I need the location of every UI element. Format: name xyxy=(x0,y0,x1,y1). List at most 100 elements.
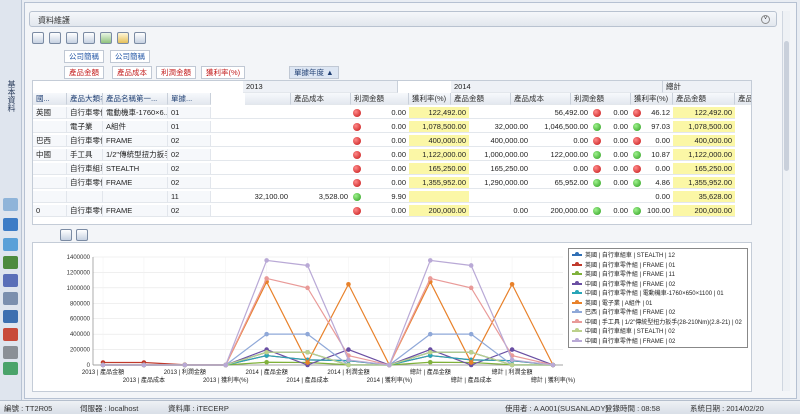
ledger-icon[interactable] xyxy=(3,256,18,269)
legend-label: 中國 | 自行車組車 | STEALTH | 02 xyxy=(585,329,675,335)
user-icon[interactable] xyxy=(3,198,18,211)
layout-button[interactable] xyxy=(66,32,78,44)
cell-2014-margin: 0.00 xyxy=(591,135,631,147)
cell-total-amount: 1,122,000.00 xyxy=(673,149,735,161)
cell-2013-cost xyxy=(211,205,291,217)
cell-2013-profit xyxy=(291,205,351,217)
cell-2013-cost xyxy=(211,121,291,133)
legend-entry: 中國 | 自行車零件組 | 電動機車-1760×650×1100 | 01 xyxy=(572,290,724,299)
series-point xyxy=(509,362,515,368)
field-list-button[interactable] xyxy=(83,32,95,44)
data-field-amount[interactable]: 產品金額 xyxy=(64,66,104,79)
measure-header: 獲利率(%) xyxy=(631,93,673,105)
data-field-profit[interactable]: 利潤金額 xyxy=(156,66,196,79)
legend-swatch-icon xyxy=(572,309,582,314)
tools-icon[interactable] xyxy=(3,346,18,359)
list-icon[interactable] xyxy=(3,292,18,305)
status-database: 資料庫 : iTECERP xyxy=(168,404,229,413)
row-product: STEALTH xyxy=(103,163,168,175)
refresh-icon[interactable] xyxy=(3,362,18,375)
data-field-margin[interactable]: 獲利率(%) xyxy=(201,66,246,79)
kpi-indicator-icon xyxy=(593,109,601,117)
report-icon[interactable] xyxy=(3,274,18,287)
document-icon[interactable] xyxy=(3,238,18,251)
cell-2014-margin: 0.00 xyxy=(591,177,631,189)
row-country: 巴西 xyxy=(33,135,67,147)
scrollbar-thumb[interactable] xyxy=(784,41,789,171)
y-tick-label: 1400000 xyxy=(67,255,91,261)
row-product: 1/2"傳統型扭力扳手 xyxy=(103,149,168,161)
chart-type-button[interactable] xyxy=(60,229,72,241)
cell-2014-amount: 165,250.00 xyxy=(409,163,469,175)
refresh-button[interactable] xyxy=(32,32,44,44)
x-tick-label: 總計 | 產品金額 xyxy=(410,368,451,376)
legend-label: 中國 | 自行車零件組 | 電動機車-1760×650×1100 | 01 xyxy=(585,291,724,297)
row-category: 自行車零件組 xyxy=(67,177,103,189)
series-line xyxy=(103,280,554,367)
cell-2014-profit: 1,046,500.00 xyxy=(531,121,591,133)
row-doc-type: 01 xyxy=(168,107,211,119)
kpi-indicator-icon xyxy=(633,207,641,215)
print-button[interactable] xyxy=(134,32,146,44)
cell-2014-cost: 1,290,000.00 xyxy=(469,177,531,189)
chart-settings-button[interactable] xyxy=(76,229,88,241)
row-field-header[interactable]: 產品大類名... xyxy=(67,93,103,105)
column-field-year[interactable]: 單據年度 ▲ xyxy=(289,66,339,79)
legend-swatch-icon xyxy=(572,337,582,342)
row-doc-type: 02 xyxy=(168,163,211,175)
kpi-indicator-icon xyxy=(593,179,601,187)
cell-2014-amount xyxy=(409,191,469,203)
row-field-header[interactable]: 國... xyxy=(33,93,67,105)
cell-2013-cost xyxy=(211,163,291,175)
cell-2013-profit xyxy=(291,163,351,175)
cell-2013-profit xyxy=(291,149,351,161)
rail-tab-basic-data[interactable]: 基本資料 xyxy=(3,80,17,112)
cell-2014-amount: 200,000.00 xyxy=(409,205,469,217)
legend-label: 中國 | 自行車零件組 | FRAME | 02 xyxy=(585,338,676,345)
filter-company-abbr[interactable]: 公司簡稱 xyxy=(64,50,104,63)
cell-2014-profit: 122,000.00 xyxy=(531,149,591,161)
chart-options-button[interactable] xyxy=(117,32,129,44)
kpi-indicator-icon xyxy=(353,165,361,173)
row-product: FRAME xyxy=(103,135,168,147)
legend-label: 中國 | 自行車零件組 | FRAME | 02 xyxy=(585,281,676,288)
year-2013-header: 2013 xyxy=(243,81,398,93)
save-button[interactable] xyxy=(49,32,61,44)
cell-2014-amount: 122,492.00 xyxy=(409,107,469,119)
cell-2013-margin: 9.90 xyxy=(351,191,409,203)
cell-total-amount: 165,250.00 xyxy=(673,163,735,175)
vertical-scrollbar[interactable] xyxy=(782,11,790,391)
series-point xyxy=(264,359,269,365)
kpi-indicator-icon xyxy=(593,137,601,145)
series-point xyxy=(427,276,433,281)
legend-label: 巴西 | 自行車零件組 | FRAME | 02 xyxy=(585,310,676,316)
chart-toolbar xyxy=(32,228,752,242)
x-tick-label: 2014 | 產品成本 xyxy=(286,376,328,384)
window-icon[interactable] xyxy=(3,218,18,231)
row-field-header[interactable]: 產品名稱第一... xyxy=(103,93,168,105)
kpi-indicator-icon xyxy=(633,151,641,159)
panel-title-bar[interactable]: 資料維護 ˅ xyxy=(29,11,777,27)
row-category: 自行車零件組 xyxy=(67,107,103,119)
cell-2013-cost xyxy=(211,107,291,119)
home-icon[interactable] xyxy=(3,328,18,341)
legend-swatch-icon xyxy=(572,318,582,323)
export-excel-button[interactable] xyxy=(100,32,112,44)
legend-label: 英國 | 自行車組車 | STEALTH | 12 xyxy=(585,253,675,259)
filter-company-code[interactable]: 公司簡稱 xyxy=(110,50,150,63)
legend-entry: 中國 | 自行車零件組 | FRAME | 02 xyxy=(572,280,676,290)
cell-total-margin: 46.12 xyxy=(631,107,673,119)
measure-header: 產品成本 xyxy=(735,93,751,105)
row-category: 自行車零件組 xyxy=(67,205,103,217)
measure-header: 產品成本 xyxy=(511,93,571,105)
legend-entry: 中國 | 自行車組車 | STEALTH | 02 xyxy=(572,328,675,337)
x-tick-label: 2014 | 利潤金額 xyxy=(327,368,369,376)
kpi-indicator-icon xyxy=(353,137,361,145)
collapse-chevron-icon[interactable]: ˅ xyxy=(761,15,770,24)
settings-icon[interactable] xyxy=(3,310,18,323)
data-field-cost[interactable]: 產品成本 xyxy=(112,66,152,79)
row-field-header[interactable]: 單據... xyxy=(168,93,211,105)
status-system-date: 系統日期 : 2014/02/20 xyxy=(690,404,764,413)
y-tick-label: 1000000 xyxy=(67,286,91,292)
row-doc-type: 02 xyxy=(168,205,211,217)
